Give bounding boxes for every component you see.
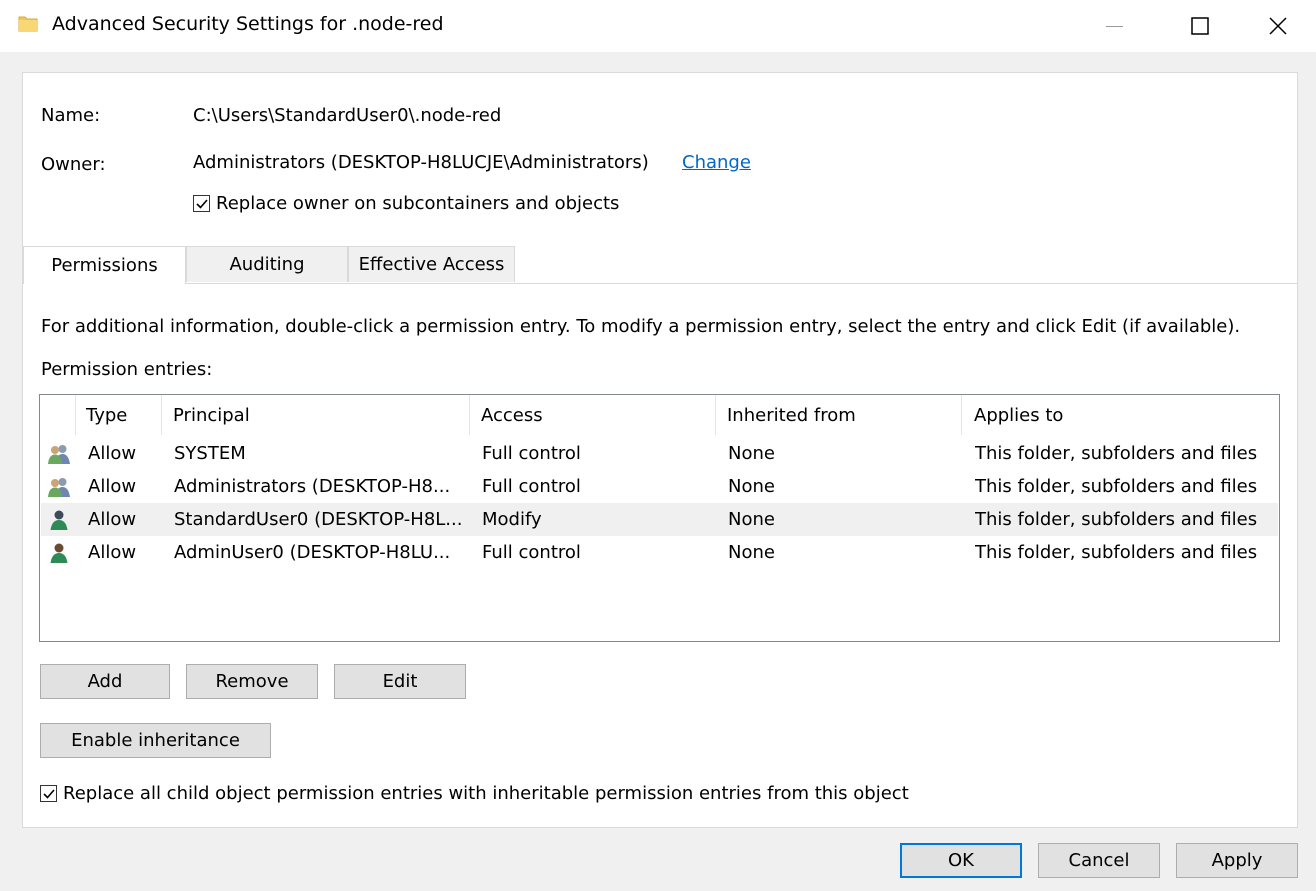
- owner-value: Administrators (DESKTOP-H8LUCJE\Administ…: [193, 152, 649, 173]
- replace-child-permissions-checkbox[interactable]: Replace all child object permission entr…: [40, 783, 909, 804]
- checkbox-box[interactable]: [193, 195, 210, 212]
- apply-button[interactable]: Apply: [1176, 843, 1298, 878]
- permission-row[interactable]: Allow AdminUser0 (DESKTOP-H8LU... Full c…: [41, 536, 1278, 569]
- row-type: Allow: [88, 542, 137, 563]
- row-access: Full control: [482, 542, 581, 563]
- row-applies-to: This folder, subfolders and files: [975, 509, 1258, 530]
- group-icon: [48, 445, 70, 464]
- name-value: C:\Users\StandardUser0\.node-red: [193, 105, 502, 126]
- row-access: Modify: [482, 509, 542, 530]
- name-label: Name:: [41, 105, 101, 126]
- checkmark-icon: [43, 789, 55, 799]
- row-principal: SYSTEM: [174, 443, 246, 464]
- column-header-type[interactable]: Type: [76, 395, 162, 435]
- advanced-security-settings-window: Advanced Security Settings for .node-red…: [0, 0, 1316, 891]
- replace-child-permissions-label: Replace all child object permission entr…: [63, 783, 909, 804]
- edit-button[interactable]: Edit: [334, 664, 466, 699]
- replace-owner-label: Replace owner on subcontainers and objec…: [216, 193, 620, 214]
- minimize-icon: [1105, 25, 1123, 27]
- column-header-inherited-from[interactable]: Inherited from: [716, 395, 962, 435]
- column-header-type-label: Type: [86, 404, 128, 426]
- checkbox-box[interactable]: [40, 785, 57, 802]
- owner-label: Owner:: [41, 154, 106, 175]
- row-applies-to: This folder, subfolders and files: [975, 443, 1258, 464]
- permission-row[interactable]: Allow Administrators (DESKTOP-H8... Full…: [41, 470, 1278, 503]
- user-icon: [50, 543, 68, 563]
- column-header-principal-label: Principal: [173, 404, 250, 426]
- permission-entries-label: Permission entries:: [41, 359, 213, 380]
- tab-auditing-label: Auditing: [229, 254, 305, 275]
- column-header-principal[interactable]: Principal: [162, 395, 470, 435]
- tab-permissions-label: Permissions: [51, 255, 158, 276]
- cancel-button[interactable]: Cancel: [1038, 843, 1160, 878]
- row-principal: StandardUser0 (DESKTOP-H8L...: [174, 509, 463, 530]
- minimize-button[interactable]: [1072, 0, 1156, 52]
- row-access: Full control: [482, 476, 581, 497]
- title-bar: Advanced Security Settings for .node-red: [0, 0, 1316, 52]
- row-type: Allow: [88, 443, 137, 464]
- close-button[interactable]: [1236, 0, 1316, 52]
- row-inherited-from: None: [728, 443, 775, 464]
- column-header-icon: [40, 395, 76, 435]
- user-icon: [50, 510, 68, 530]
- tab-divider: [23, 283, 1297, 284]
- permission-entries-list[interactable]: Type Principal Access Inherited from App…: [39, 394, 1280, 642]
- close-icon: [1269, 17, 1287, 35]
- window-title: Advanced Security Settings for .node-red: [52, 13, 444, 35]
- permission-row[interactable]: Allow SYSTEM Full control None This fold…: [41, 437, 1278, 470]
- tab-effective-access-label: Effective Access: [358, 254, 505, 275]
- add-button[interactable]: Add: [40, 664, 170, 699]
- permissions-info-text: For additional information, double-click…: [41, 316, 1241, 337]
- content-panel: Name: C:\Users\StandardUser0\.node-red O…: [22, 72, 1298, 828]
- column-header-access-label: Access: [481, 404, 543, 426]
- replace-owner-checkbox[interactable]: Replace owner on subcontainers and objec…: [193, 193, 619, 214]
- folder-icon: [18, 16, 38, 32]
- column-header-access[interactable]: Access: [470, 395, 716, 435]
- column-header-inherited-from-label: Inherited from: [727, 404, 856, 426]
- row-access: Full control: [482, 443, 581, 464]
- row-type: Allow: [88, 509, 137, 530]
- checkmark-icon: [196, 199, 208, 209]
- column-header-applies-to[interactable]: Applies to: [962, 395, 1279, 435]
- row-type: Allow: [88, 476, 137, 497]
- row-inherited-from: None: [728, 542, 775, 563]
- ok-button[interactable]: OK: [900, 843, 1022, 878]
- row-principal: Administrators (DESKTOP-H8...: [174, 476, 451, 497]
- tab-permissions[interactable]: Permissions: [23, 246, 186, 284]
- maximize-icon: [1191, 17, 1209, 35]
- remove-button[interactable]: Remove: [186, 664, 318, 699]
- row-inherited-from: None: [728, 476, 775, 497]
- row-inherited-from: None: [728, 509, 775, 530]
- row-principal: AdminUser0 (DESKTOP-H8LU...: [174, 542, 451, 563]
- tab-effective-access[interactable]: Effective Access: [348, 246, 515, 282]
- enable-inheritance-button[interactable]: Enable inheritance: [40, 723, 271, 758]
- column-header-applies-to-label: Applies to: [974, 404, 1064, 426]
- row-applies-to: This folder, subfolders and files: [975, 542, 1258, 563]
- maximize-button[interactable]: [1158, 0, 1242, 52]
- change-owner-link[interactable]: Change: [682, 152, 751, 173]
- tab-auditing[interactable]: Auditing: [186, 246, 348, 282]
- permission-row-selected[interactable]: Allow StandardUser0 (DESKTOP-H8L... Modi…: [41, 503, 1278, 536]
- group-icon: [48, 478, 70, 497]
- row-applies-to: This folder, subfolders and files: [975, 476, 1258, 497]
